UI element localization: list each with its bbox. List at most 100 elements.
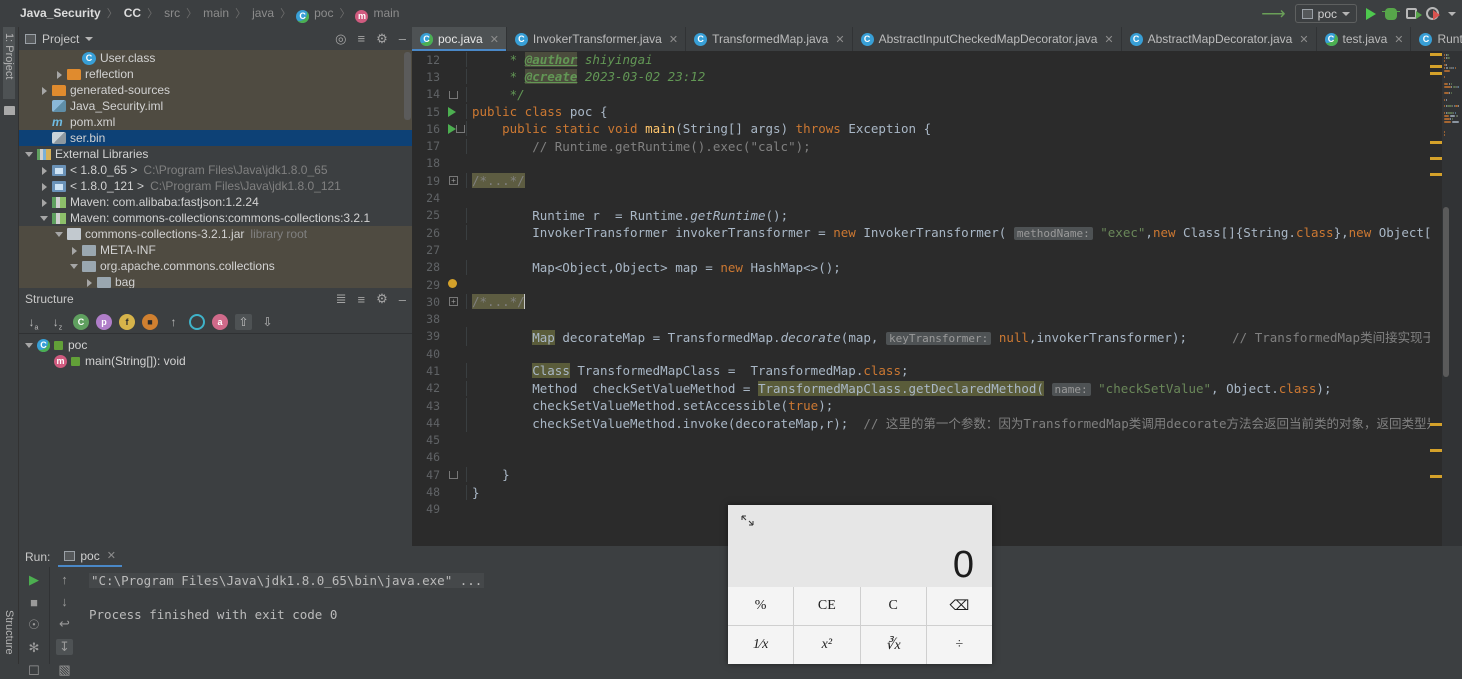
tree-item[interactable]: bag: [19, 274, 412, 288]
editor-tab-invokertransformer[interactable]: C InvokerTransformer.java ✕: [507, 27, 687, 51]
chevron-right-icon[interactable]: [40, 198, 49, 207]
arrow-back-icon[interactable]: ⟶: [1261, 5, 1285, 22]
breadcrumb-item-cc[interactable]: CC: [123, 6, 142, 20]
expand-all-icon[interactable]: ≣: [336, 291, 347, 307]
gutter[interactable]: [444, 207, 466, 224]
chevron-right-icon[interactable]: [40, 166, 49, 175]
code-text[interactable]: checkSetValueMethod.invoke(decorateMap,r…: [466, 413, 1462, 433]
code-text[interactable]: }: [466, 467, 1462, 483]
chevron-right-icon[interactable]: [85, 278, 94, 287]
tree-item[interactable]: generated-sources: [19, 82, 412, 98]
chevron-right-icon[interactable]: [40, 86, 49, 95]
gear-icon[interactable]: ⚙: [376, 291, 388, 307]
gutter[interactable]: +: [444, 293, 466, 310]
gutter[interactable]: [444, 397, 466, 414]
chevron-right-icon[interactable]: [40, 182, 49, 191]
run-icon[interactable]: [1366, 7, 1376, 20]
project-scrollbar[interactable]: [404, 52, 411, 120]
tree-item[interactable]: < 1.8.0_65 > C:\Program Files\Java\jdk1.8…: [19, 162, 412, 178]
close-icon[interactable]: ✕: [1394, 33, 1403, 46]
code-text[interactable]: /*...*/: [466, 294, 1462, 310]
tree-item[interactable]: reflection: [19, 66, 412, 82]
calc-key-cube-root[interactable]: ∛x: [860, 626, 926, 664]
gutter[interactable]: [444, 380, 466, 397]
tree-item[interactable]: C User.class: [19, 50, 412, 66]
stop-icon[interactable]: ■: [26, 595, 43, 610]
calc-key-reciprocal[interactable]: 1⁄x: [728, 626, 794, 664]
sort-alphabetically-icon[interactable]: ↓z: [49, 314, 66, 331]
print-icon[interactable]: ▧: [56, 662, 73, 678]
editor-scrollbar[interactable]: [1443, 207, 1449, 377]
chevron-right-icon[interactable]: [55, 70, 64, 79]
calc-key-clear-entry[interactable]: CE: [794, 587, 860, 625]
fold-expand-icon[interactable]: +: [449, 297, 458, 307]
folder-icon[interactable]: [4, 106, 15, 115]
code-text[interactable]: * @author shiyingai: [466, 52, 1462, 68]
show-inherited-icon[interactable]: C: [73, 313, 89, 330]
fold-collapse-icon[interactable]: [456, 125, 465, 134]
breadcrumb[interactable]: Java_Security 〉 CC 〉 src 〉 main 〉 java 〉 Cpoc 〉 m mai…: [19, 5, 400, 23]
code-text[interactable]: InvokerTransformer invokerTransformer = …: [466, 225, 1462, 241]
gutter[interactable]: [444, 362, 466, 379]
sidebar-item-structure[interactable]: Structure: [3, 610, 15, 662]
editor-marker-gutter[interactable]: [1430, 51, 1442, 546]
run-tab-poc[interactable]: poc ✕: [58, 547, 122, 567]
collapse-all-icon[interactable]: ≡: [358, 31, 366, 46]
editor-tab-poc[interactable]: Cpoc.java ✕: [412, 27, 507, 51]
run-gutter-icon[interactable]: [448, 124, 456, 135]
editor-tab-abstractmapdecorator[interactable]: C AbstractMapDecorator.java ✕: [1122, 27, 1317, 51]
run-configuration-selector[interactable]: poc: [1294, 4, 1357, 23]
tree-item[interactable]: META-INF: [19, 242, 412, 258]
scroll-down-icon[interactable]: ↓: [56, 594, 73, 609]
code-marker[interactable]: [1430, 449, 1442, 452]
code-marker[interactable]: [1430, 72, 1442, 75]
chevron-down-icon[interactable]: [85, 36, 94, 41]
code-marker[interactable]: [1430, 53, 1442, 56]
calculator-window[interactable]: 0 % CE C ⌫ 1⁄x x² ∛x ÷: [728, 505, 992, 664]
code-text[interactable]: Method checkSetValueMethod = Transformed…: [466, 380, 1462, 396]
fold-collapse-icon[interactable]: [449, 90, 458, 99]
gutter[interactable]: +: [444, 172, 466, 189]
code-text[interactable]: Class TransformedMapClass = TransformedM…: [466, 363, 1462, 379]
code-text[interactable]: public class poc {: [466, 104, 1462, 120]
tree-item[interactable]: External Libraries: [19, 146, 412, 162]
breadcrumb-item-main[interactable]: m main: [355, 6, 400, 23]
tree-item[interactable]: Maven: com.alibaba:fastjson:1.2.24: [19, 194, 412, 210]
breadcrumb-item-java_security[interactable]: Java_Security: [19, 6, 102, 20]
scroll-up-icon[interactable]: ↑: [56, 572, 73, 587]
code-text[interactable]: }: [466, 484, 1462, 500]
tree-item[interactable]: < 1.8.0_121 > C:\Program Files\Java\jdk1.…: [19, 178, 412, 194]
gutter[interactable]: [444, 190, 466, 207]
fold-expand-icon[interactable]: +: [449, 176, 458, 186]
project-tree[interactable]: C User.class reflection generated-sources Ja…: [19, 50, 412, 288]
code-text[interactable]: // Runtime.getRuntime().exec("calc");: [466, 138, 1462, 154]
code-editor[interactable]: 12 * @author shiyingai 13 * @create 2023-…: [412, 51, 1462, 546]
code-marker[interactable]: [1430, 173, 1442, 176]
breadcrumb-item-main[interactable]: main: [202, 6, 230, 20]
calc-key-percent[interactable]: %: [728, 587, 794, 625]
gutter[interactable]: [444, 68, 466, 85]
show-interfaces-icon[interactable]: [189, 313, 205, 330]
gutter[interactable]: [444, 259, 466, 276]
dump-threads-icon[interactable]: ✻: [26, 640, 43, 656]
editor-tab-test[interactable]: Ctest.java ✕: [1317, 27, 1412, 51]
code-marker[interactable]: [1430, 141, 1442, 144]
show-non-public-icon[interactable]: ■: [142, 313, 158, 330]
calc-key-divide[interactable]: ÷: [926, 626, 992, 664]
gutter[interactable]: [444, 86, 466, 103]
code-text[interactable]: * @create 2023-03-02 23:12: [466, 69, 1462, 85]
show-properties-icon[interactable]: p: [96, 313, 112, 330]
gutter[interactable]: [444, 155, 466, 172]
intention-bulb-icon[interactable]: [448, 279, 457, 288]
code-marker[interactable]: [1430, 475, 1442, 478]
tree-item[interactable]: commons-collections-3.2.1.jar library roo…: [19, 226, 412, 242]
calc-key-backspace[interactable]: ⌫: [926, 587, 992, 625]
gutter[interactable]: [444, 276, 466, 293]
code-text[interactable]: */: [466, 86, 1462, 102]
gear-icon[interactable]: ⚙: [376, 31, 388, 47]
structure-tree[interactable]: Cpoc m main(String[]): void: [19, 334, 412, 369]
gutter[interactable]: [444, 51, 466, 68]
editor-tab-abstractinputcheckedmapdecorator[interactable]: C AbstractInputCheckedMapDecorator.java ✕: [853, 27, 1122, 51]
structure-item[interactable]: m main(String[]): void: [19, 353, 412, 369]
sort-by-visibility-icon[interactable]: ↓a: [25, 314, 42, 331]
